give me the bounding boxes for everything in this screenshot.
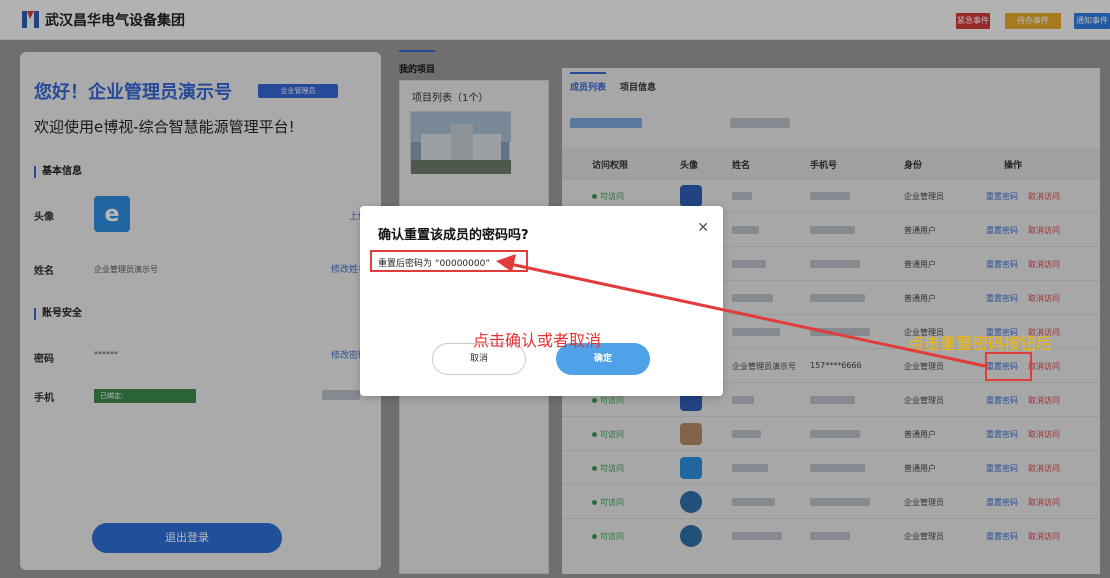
annotation-arrow	[496, 254, 986, 368]
